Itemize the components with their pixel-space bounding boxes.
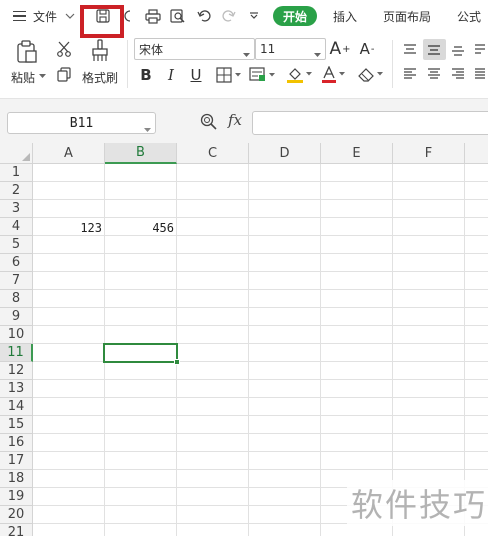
row-header-10[interactable]: 10 bbox=[0, 326, 33, 344]
paste-label[interactable]: 粘贴 bbox=[11, 69, 35, 86]
italic-button[interactable]: I bbox=[162, 65, 180, 85]
gridline bbox=[33, 289, 488, 290]
row-header-13[interactable]: 13 bbox=[0, 380, 33, 398]
ribbon: 粘贴 格式刷 宋体 11 A + A- B I U bbox=[0, 0, 488, 98]
fill-color-icon[interactable] bbox=[284, 64, 316, 86]
font-color-icon[interactable] bbox=[320, 64, 348, 86]
row-header-14[interactable]: 14 bbox=[0, 398, 33, 416]
row-header-5[interactable]: 5 bbox=[0, 236, 33, 254]
underline-button[interactable]: U bbox=[187, 65, 205, 85]
borders-icon[interactable] bbox=[214, 65, 244, 85]
gridline bbox=[33, 451, 488, 452]
font-size-select[interactable]: 11 bbox=[255, 38, 326, 60]
font-name-value: 宋体 bbox=[139, 42, 164, 57]
align-bottom-icon[interactable] bbox=[448, 40, 468, 60]
gridline bbox=[248, 164, 249, 536]
row-header-11[interactable]: 11 bbox=[0, 344, 33, 362]
gridline bbox=[33, 343, 488, 344]
sheet-grid[interactable]: A B C D E F 1 2 3 4 5 6 7 8 9 10 11 12 13 14 15 16 17 18 1… bbox=[0, 143, 488, 536]
row-header-8[interactable]: 8 bbox=[0, 290, 33, 308]
gridline bbox=[33, 325, 488, 326]
row-header-16[interactable]: 16 bbox=[0, 434, 33, 452]
gridline bbox=[33, 307, 488, 308]
row-header-6[interactable]: 6 bbox=[0, 254, 33, 272]
format-painter-label[interactable]: 格式刷 bbox=[82, 69, 118, 86]
clear-format-icon[interactable] bbox=[356, 64, 386, 86]
active-cell-b11[interactable] bbox=[103, 343, 180, 365]
row-header-17[interactable]: 17 bbox=[0, 452, 33, 470]
row-header-1[interactable]: 1 bbox=[0, 164, 33, 182]
gridline bbox=[33, 199, 488, 200]
gridline bbox=[33, 253, 488, 254]
row-header-9[interactable]: 9 bbox=[0, 308, 33, 326]
paste-dropdown-icon[interactable] bbox=[38, 72, 46, 80]
row-header-19[interactable]: 19 bbox=[0, 488, 33, 506]
gridline bbox=[33, 271, 488, 272]
bold-button[interactable]: B bbox=[137, 65, 155, 85]
spreadsheet-app: 文件 开始 插入 页面布局 公式 粘贴 格式刷 宋体 11 A + A - B … bbox=[0, 0, 488, 536]
gridline bbox=[33, 361, 488, 362]
column-header-c[interactable]: C bbox=[177, 143, 249, 164]
gridline bbox=[33, 415, 488, 416]
copy-icon[interactable] bbox=[54, 64, 74, 84]
row-header-12[interactable]: 12 bbox=[0, 362, 33, 380]
align-center-icon[interactable] bbox=[424, 64, 444, 84]
row-header-20[interactable]: 20 bbox=[0, 506, 33, 524]
shrink-font-button[interactable]: A- bbox=[357, 38, 377, 60]
format-painter-icon[interactable] bbox=[88, 38, 112, 64]
gridline bbox=[33, 217, 488, 218]
formula-input[interactable] bbox=[252, 111, 488, 135]
row-header-4[interactable]: 4 bbox=[0, 218, 33, 236]
align-right-icon[interactable] bbox=[448, 64, 468, 84]
gridline bbox=[33, 181, 488, 182]
chevron-down-icon bbox=[243, 46, 250, 60]
align-top-icon[interactable] bbox=[400, 40, 420, 60]
gridline bbox=[33, 379, 488, 380]
justify-icon[interactable] bbox=[472, 64, 488, 84]
column-header-f[interactable]: F bbox=[393, 143, 465, 164]
row-header-3[interactable]: 3 bbox=[0, 200, 33, 218]
gridline bbox=[33, 397, 488, 398]
grow-font-label: A bbox=[329, 39, 342, 59]
gridline bbox=[33, 433, 488, 434]
chevron-down-icon bbox=[144, 121, 151, 136]
ribbon-divider bbox=[127, 40, 128, 88]
fx-label[interactable]: fx bbox=[228, 111, 242, 129]
font-size-value: 11 bbox=[260, 42, 276, 56]
ribbon-divider bbox=[392, 40, 393, 88]
shrink-font-label: A bbox=[359, 40, 370, 58]
column-header-e[interactable]: E bbox=[321, 143, 393, 164]
gridline bbox=[320, 164, 321, 536]
formula-bar: B11 fx bbox=[0, 98, 488, 143]
save-button-highlight bbox=[80, 5, 124, 38]
font-name-select[interactable]: 宋体 bbox=[134, 38, 255, 60]
row-header-18[interactable]: 18 bbox=[0, 470, 33, 488]
column-header-g[interactable] bbox=[465, 143, 488, 164]
wrap-text-icon[interactable] bbox=[472, 40, 488, 60]
column-header-a[interactable]: A bbox=[33, 143, 105, 164]
watermark: 软件技巧 bbox=[347, 480, 488, 526]
column-header-d[interactable]: D bbox=[249, 143, 321, 164]
gridline bbox=[33, 469, 488, 470]
fill-handle[interactable] bbox=[174, 359, 180, 365]
row-header-2[interactable]: 2 bbox=[0, 182, 33, 200]
column-header-b[interactable]: B bbox=[105, 143, 177, 164]
cut-icon[interactable] bbox=[54, 39, 74, 59]
select-all-corner[interactable] bbox=[0, 143, 33, 164]
cell-b4[interactable]: 456 bbox=[105, 219, 177, 237]
align-middle-icon[interactable] bbox=[424, 40, 444, 60]
grow-font-button[interactable]: A + bbox=[329, 38, 350, 60]
align-left-icon[interactable] bbox=[400, 64, 420, 84]
row-header-7[interactable]: 7 bbox=[0, 272, 33, 290]
paste-icon[interactable] bbox=[14, 40, 40, 64]
zoom-icon[interactable] bbox=[200, 113, 217, 133]
name-box-value: B11 bbox=[69, 115, 94, 131]
cell-a4[interactable]: 123 bbox=[33, 219, 105, 237]
chevron-down-icon bbox=[314, 46, 321, 60]
row-header-21[interactable]: 21 bbox=[0, 524, 33, 536]
name-box[interactable]: B11 bbox=[7, 112, 156, 134]
cell-fill-style-icon[interactable] bbox=[247, 65, 279, 85]
row-header-15[interactable]: 15 bbox=[0, 416, 33, 434]
